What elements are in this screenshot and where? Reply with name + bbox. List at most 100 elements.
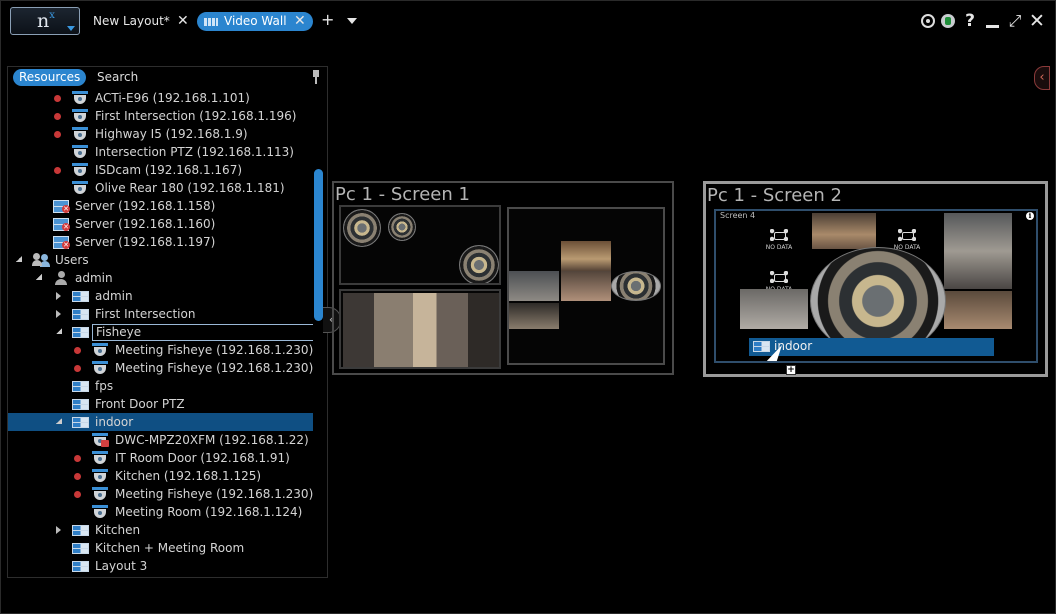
layout-icon xyxy=(72,399,89,410)
users-icon xyxy=(32,253,50,267)
expanded-arrow-icon[interactable] xyxy=(16,256,22,262)
tree-item-user[interactable]: admin xyxy=(8,269,313,287)
collapsed-arrow-icon[interactable] xyxy=(56,526,61,534)
tree-item-layout[interactable]: fps xyxy=(8,377,313,395)
screen-title: Pc 1 - Screen 1 xyxy=(335,184,470,205)
tree-item-camera[interactable]: DWC-MPZ20XFM (192.168.1.22) xyxy=(8,431,313,449)
tree-item-camera[interactable]: First Intersection (192.168.1.196) xyxy=(8,107,313,125)
expanded-arrow-icon[interactable] xyxy=(36,274,42,280)
camera-icon xyxy=(92,505,108,519)
video-tile[interactable] xyxy=(507,207,665,365)
expanded-arrow-icon[interactable] xyxy=(56,328,62,334)
tree-item-camera[interactable]: ISDcam (192.168.1.167) xyxy=(8,161,313,179)
layout-icon xyxy=(72,381,89,392)
tree-item-layout-selected[interactable]: indoor xyxy=(8,413,313,431)
recording-dot xyxy=(54,167,61,174)
layout-icon xyxy=(72,561,89,572)
tree-item-camera[interactable]: ACTi-E96 (192.168.1.101) xyxy=(8,89,313,107)
camera-thumbnail xyxy=(944,291,1012,329)
nx-logo: nx xyxy=(37,9,55,32)
recording-dot xyxy=(54,131,61,138)
tree-item-layout[interactable]: Kitchen + Meeting Room xyxy=(8,539,313,557)
layout-icon xyxy=(72,543,89,554)
tab-search[interactable]: Search xyxy=(91,69,144,86)
fisheye-thumbnail xyxy=(343,209,381,247)
close-tab-icon[interactable]: ✕ xyxy=(294,12,306,31)
tree-item-server[interactable]: ✕ Server (192.168.1.160) xyxy=(8,215,313,233)
tree-item-layout-rename[interactable]: Fisheye xyxy=(8,323,313,341)
tab-list-dropdown-icon[interactable] xyxy=(347,18,357,24)
recording-dot xyxy=(74,347,81,354)
close-window-button[interactable]: ✕ xyxy=(1027,11,1047,31)
tree-item-camera[interactable]: Olive Rear 180 (192.168.1.181) xyxy=(8,179,313,197)
tree-item-server[interactable]: ✕ Server (192.168.1.197) xyxy=(8,233,313,251)
fisheye-thumbnail xyxy=(611,271,661,301)
tree-item-camera[interactable]: Kitchen (192.168.1.125) xyxy=(8,467,313,485)
server-offline-icon: ✕ xyxy=(53,235,70,249)
camera-icon xyxy=(72,91,88,105)
minimize-button[interactable] xyxy=(983,11,1003,31)
recording-dot xyxy=(54,95,61,102)
no-data-icon xyxy=(898,229,916,241)
server-offline-icon: ✕ xyxy=(53,217,70,231)
expand-right-panel-button[interactable]: ‹ xyxy=(1034,66,1050,90)
tree-item-camera[interactable]: Intersection PTZ (192.168.1.113) xyxy=(8,143,313,161)
no-data-icon xyxy=(770,229,788,241)
tree-item-layout[interactable]: Kitchen xyxy=(8,521,313,539)
help-button[interactable]: ? xyxy=(960,11,980,31)
app-window: nx New Layout* ✕ Video Wall ✕ + ? ⤢ ✕ Re… xyxy=(0,0,1056,614)
resource-tree: ACTi-E96 (192.168.1.101) First Intersect… xyxy=(8,89,313,577)
tree-item-users[interactable]: Users xyxy=(8,251,313,269)
wall-screen-1[interactable]: Pc 1 - Screen 1 xyxy=(332,181,674,375)
tree-item-camera[interactable]: Meeting Room (192.168.1.124) xyxy=(8,503,313,521)
tab-resources[interactable]: Resources xyxy=(13,69,87,86)
add-tab-button[interactable]: + xyxy=(321,10,334,29)
tree-item-layout[interactable]: Layout 3 xyxy=(8,557,313,575)
title-bar: nx New Layout* ✕ Video Wall ✕ + ? ⤢ ✕ xyxy=(1,1,1055,41)
tab-new-layout[interactable]: New Layout* ✕ xyxy=(87,12,195,31)
camera-icon xyxy=(92,469,108,483)
pin-icon[interactable] xyxy=(310,69,322,85)
camera-locked-icon xyxy=(92,433,109,447)
tree-scrollbar[interactable] xyxy=(314,169,323,321)
camera-icon xyxy=(92,361,108,375)
camera-thumbnail xyxy=(509,271,559,301)
tree-item-camera[interactable]: Meeting Fisheye (192.168.1.230) xyxy=(8,341,313,359)
tree-item-server[interactable]: ✕ Server (192.168.1.158) xyxy=(8,197,313,215)
tree-item-layout[interactable]: First Intersection xyxy=(8,305,313,323)
video-tile[interactable] xyxy=(339,289,501,369)
fisheye-thumbnail xyxy=(459,245,499,283)
collapsed-arrow-icon[interactable] xyxy=(56,310,61,318)
tree-item-camera[interactable]: Meeting Fisheye (192.168.1.230) xyxy=(8,359,313,377)
fullscreen-button[interactable]: ⤢ xyxy=(1005,11,1025,31)
recording-dot xyxy=(74,365,81,372)
info-icon[interactable]: i xyxy=(1026,212,1034,220)
tree-item-layout[interactable]: admin xyxy=(8,287,313,305)
camera-icon xyxy=(72,109,88,123)
collapsed-arrow-icon[interactable] xyxy=(56,292,61,300)
tree-item-layout[interactable]: Front Door PTZ xyxy=(8,395,313,413)
connection-status-icon[interactable] xyxy=(938,11,958,31)
film-reel-icon[interactable] xyxy=(918,11,938,31)
main-menu-button[interactable]: nx xyxy=(10,7,80,35)
layout-icon xyxy=(72,291,89,302)
camera-icon xyxy=(92,343,108,357)
recording-dot xyxy=(54,113,61,120)
panel-tabs: Resources Search xyxy=(8,67,327,89)
expanded-arrow-icon[interactable] xyxy=(56,418,62,424)
rename-field[interactable]: Fisheye xyxy=(92,324,313,341)
tree-item-camera[interactable]: Highway I5 (192.168.1.9) xyxy=(8,125,313,143)
video-tile[interactable] xyxy=(339,205,501,285)
tab-video-wall[interactable]: Video Wall ✕ xyxy=(197,12,313,31)
mouse-cursor-icon xyxy=(772,345,786,365)
camera-icon xyxy=(92,451,108,465)
close-tab-icon[interactable]: ✕ xyxy=(177,12,189,31)
camera-icon xyxy=(72,181,88,195)
camera-thumbnail xyxy=(740,289,808,329)
chevron-down-icon xyxy=(67,26,75,31)
tab-label: New Layout* xyxy=(93,14,170,28)
tree-item-camera[interactable]: IT Room Door (192.168.1.91) xyxy=(8,449,313,467)
camera-thumbnail xyxy=(944,213,1012,289)
no-data-icon xyxy=(770,271,788,283)
tree-item-camera[interactable]: Meeting Fisheye (192.168.1.230) xyxy=(8,485,313,503)
